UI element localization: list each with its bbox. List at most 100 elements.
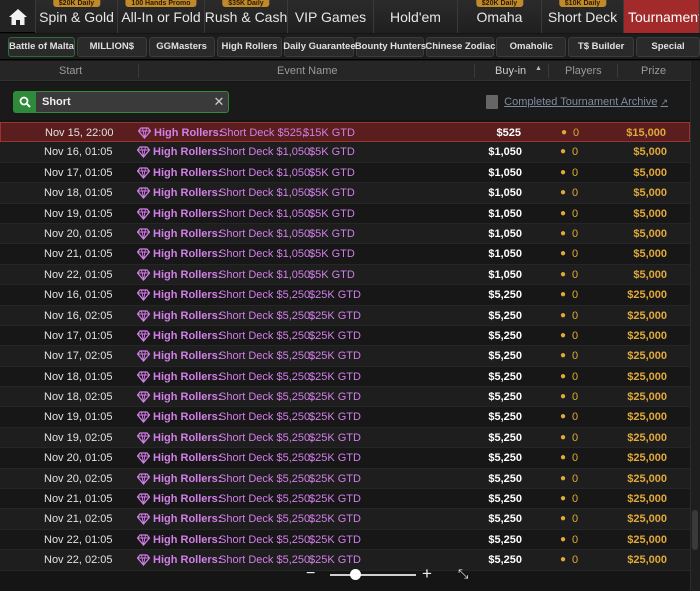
subtab-t-builder[interactable]: T$ Builder <box>568 36 635 57</box>
row-guarantee: $25K GTD <box>309 370 361 383</box>
row-buyin: $1,050 <box>488 146 522 159</box>
gem-icon <box>136 207 151 220</box>
player-icon: ● <box>560 227 567 239</box>
subtab-chinese-zodiac[interactable]: Chinese Zodiac <box>425 36 496 57</box>
column-buyin[interactable]: Buy-in <box>495 65 526 77</box>
gem-icon <box>136 493 151 506</box>
tab-tournament[interactable]: Tournament <box>624 0 700 33</box>
tournament-row[interactable]: Nov 17, 01:05 High Rollers: Short Deck $1,… <box>0 162 690 184</box>
tab-label: Spin & Gold <box>39 9 114 25</box>
tab-all-in-or-fold[interactable]: 100 Hands Promo All-In or Fold <box>118 0 205 33</box>
row-prize: $25,000 <box>627 431 667 444</box>
home-button[interactable] <box>0 0 36 33</box>
tab-badge: $10K Daily <box>558 0 607 7</box>
row-event-name: Short Deck $5,250, <box>219 431 314 444</box>
tournament-row[interactable]: Nov 20, 01:05 High Rollers: Short Deck $1,… <box>0 223 690 245</box>
tournament-row[interactable]: Nov 17, 02:05 High Rollers: Short Deck $5,… <box>0 346 690 367</box>
zoom-out-button[interactable]: − <box>306 565 315 583</box>
fit-screen-icon[interactable]: ⤡ <box>458 566 468 582</box>
row-buyin: $1,050 <box>488 187 522 200</box>
sort-ascending-icon: ▲ <box>535 65 542 72</box>
zoom-in-button[interactable]: + <box>422 564 432 584</box>
row-guarantee: $25K GTD <box>309 309 361 322</box>
tournament-row[interactable]: Nov 21, 01:05 High Rollers: Short Deck $5,… <box>0 489 690 510</box>
row-event-name: Short Deck $5,250, <box>219 391 314 404</box>
tab-short-deck[interactable]: $10K Daily Short Deck <box>542 0 624 33</box>
tab-label: Short Deck <box>547 9 618 25</box>
tournament-row[interactable]: Nov 18, 02:05 High Rollers: Short Deck $5,… <box>0 387 690 408</box>
completed-archive-link[interactable]: Completed Tournament Archive ↗ <box>486 95 668 109</box>
row-prize: $25,000 <box>627 452 667 465</box>
subtab-battle-of-malta[interactable]: Battle of Malta <box>8 36 75 57</box>
tab-rush-and-cash[interactable]: $35K Daily Rush & Cash <box>205 0 288 33</box>
tournament-row[interactable]: Nov 19, 01:05 High Rollers: Short Deck $5,… <box>0 407 690 428</box>
row-guarantee: $25K GTD <box>309 329 361 342</box>
subtab-bounty-hunters[interactable]: Bounty Hunters <box>355 36 426 57</box>
column-start[interactable]: Start <box>59 65 82 77</box>
row-players: 0 <box>572 248 579 261</box>
tournament-row[interactable]: Nov 21, 01:05 High Rollers: Short Deck $1,… <box>0 244 690 265</box>
tab-holdem[interactable]: Hold'em <box>374 0 458 33</box>
subtab-special[interactable]: Special <box>636 36 700 57</box>
gem-icon <box>136 330 151 342</box>
tab-spin-and-gold[interactable]: $20K Daily Spin & Gold <box>36 0 118 33</box>
row-category: High Rollers: <box>153 289 222 302</box>
zoom-slider[interactable] <box>330 574 416 576</box>
gem-icon <box>136 432 151 444</box>
tournament-row[interactable]: Nov 18, 01:05 High Rollers: Short Deck $1,… <box>0 183 690 204</box>
row-prize: $15,000 <box>626 127 666 139</box>
column-players[interactable]: Players <box>565 65 602 77</box>
row-players: 0 <box>572 554 579 567</box>
search-icon[interactable] <box>14 92 36 112</box>
gem-icon <box>136 513 151 526</box>
tournament-row[interactable]: Nov 17, 01:05 High Rollers: Short Deck $5,… <box>0 325 690 347</box>
subtab-daily-guarantee[interactable]: Daily Guarantee <box>283 36 356 57</box>
row-guarantee: $25K GTD <box>309 431 361 444</box>
row-start-time: Nov 19, 01:05 <box>44 411 113 424</box>
search-input[interactable] <box>36 92 210 112</box>
row-buyin: $1,050 <box>488 207 522 220</box>
subtab-high-rollers[interactable]: High Rollers <box>216 36 283 57</box>
tournament-row[interactable]: Nov 20, 01:05 High Rollers: Short Deck $5,… <box>0 448 690 469</box>
gem-icon <box>136 228 151 240</box>
tournament-row[interactable]: Nov 21, 02:05 High Rollers: Short Deck $5,… <box>0 509 690 530</box>
subtab-millions[interactable]: MILLION$ <box>76 36 147 57</box>
tournament-row[interactable]: Nov 16, 01:05 High Rollers: Short Deck $5,… <box>0 285 690 306</box>
gem-icon <box>136 371 151 383</box>
column-prize[interactable]: Prize <box>641 65 666 77</box>
clear-search-icon[interactable]: ✕ <box>210 94 228 110</box>
tournament-row[interactable]: Nov 20, 02:05 High Rollers: Short Deck $5,… <box>0 468 690 490</box>
scrollbar-thumb[interactable] <box>692 510 698 550</box>
tournament-list: Nov 15, 22:00 High Rollers: Short Deck $52… <box>0 122 690 573</box>
tournament-row[interactable]: Nov 18, 01:05 High Rollers: Short Deck $5,… <box>0 366 690 388</box>
row-start-time: Nov 21, 01:05 <box>44 493 113 506</box>
tournament-row[interactable]: Nov 19, 01:05 High Rollers: Short Deck $1,… <box>0 203 690 224</box>
gem-icon <box>136 167 151 179</box>
tournament-row[interactable]: Nov 22, 01:05 High Rollers: Short Deck $5,… <box>0 529 690 551</box>
row-prize: $5,000 <box>633 227 667 240</box>
gem-icon <box>136 452 151 465</box>
subtab-ggmasters[interactable]: GGMasters <box>148 36 215 57</box>
tournament-row[interactable]: Nov 15, 22:00 High Rollers: Short Deck $52… <box>0 122 690 143</box>
row-category: High Rollers: <box>153 452 222 465</box>
tab-omaha[interactable]: $20K Daily Omaha <box>458 0 542 33</box>
row-guarantee: $5K GTD <box>309 146 355 159</box>
subtab-omaholic[interactable]: Omaholic <box>496 36 567 57</box>
gem-icon <box>136 248 151 261</box>
tournament-row[interactable]: Nov 19, 02:05 High Rollers: Short Deck $5,… <box>0 427 690 449</box>
tab-vip-games[interactable]: VIP Games <box>288 0 374 33</box>
tab-label: Hold'em <box>390 9 441 25</box>
gem-icon <box>136 534 151 546</box>
tournament-row[interactable]: Nov 16, 02:05 High Rollers: Short Deck $5,… <box>0 305 690 326</box>
row-category: High Rollers: <box>153 472 222 485</box>
tournament-row[interactable]: Nov 22, 01:05 High Rollers: Short Deck $1,… <box>0 264 690 286</box>
player-icon: ● <box>560 452 567 464</box>
row-category: High Rollers: <box>153 554 222 567</box>
column-event-name[interactable]: Event Name <box>277 65 338 77</box>
zoom-slider-thumb[interactable] <box>350 569 362 580</box>
player-icon: ● <box>560 309 567 321</box>
row-buyin: $5,250 <box>488 554 522 567</box>
column-divider <box>617 64 618 78</box>
tournament-row[interactable]: Nov 16, 01:05 High Rollers: Short Deck $1,… <box>0 142 690 163</box>
row-start-time: Nov 22, 01:05 <box>44 268 113 281</box>
